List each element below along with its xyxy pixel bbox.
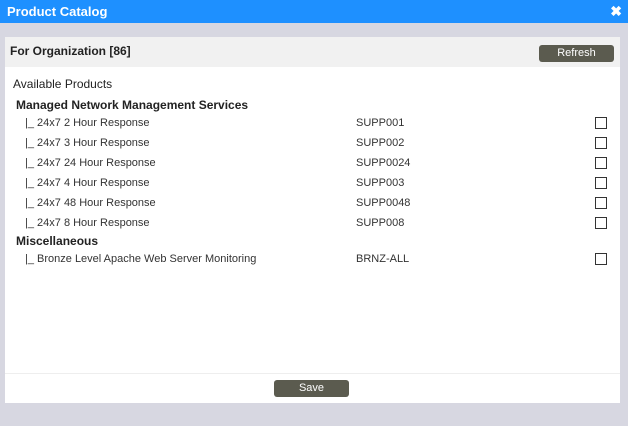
product-code: SUPP002	[356, 137, 405, 149]
product-row: |_ 24x7 24 Hour Response SUPP0024	[5, 154, 620, 174]
product-name: |_ 24x7 4 Hour Response	[25, 177, 150, 189]
product-name: |_ 24x7 3 Hour Response	[25, 137, 150, 149]
product-checkbox[interactable]	[595, 137, 607, 149]
title-bar: Product Catalog ✖	[0, 0, 628, 23]
footer-divider	[5, 373, 620, 374]
window-title: Product Catalog	[7, 4, 108, 19]
product-row: |_ 24x7 4 Hour Response SUPP003	[5, 174, 620, 194]
product-code: BRNZ-ALL	[356, 253, 410, 265]
product-code: SUPP008	[356, 217, 405, 229]
org-header: For Organization [86] Refresh	[5, 37, 620, 67]
product-row: |_ 24x7 3 Hour Response SUPP002	[5, 134, 620, 154]
product-catalog-dialog: Product Catalog ✖ For Organization [86] …	[0, 0, 628, 426]
product-checkbox[interactable]	[595, 117, 607, 129]
org-title: For Organization [86]	[10, 44, 131, 58]
product-checkbox[interactable]	[595, 253, 607, 265]
product-row: |_ 24x7 2 Hour Response SUPP001	[5, 114, 620, 134]
product-checkbox[interactable]	[595, 157, 607, 169]
product-code: SUPP0048	[356, 197, 411, 209]
refresh-button[interactable]: Refresh	[539, 45, 614, 62]
product-checkbox[interactable]	[595, 217, 607, 229]
product-name: |_ 24x7 2 Hour Response	[25, 117, 150, 129]
product-name: |_ 24x7 48 Hour Response	[25, 197, 156, 209]
available-products-heading: Available Products	[13, 77, 113, 91]
product-row: |_ 24x7 48 Hour Response SUPP0048	[5, 194, 620, 214]
product-name: |_ Bronze Level Apache Web Server Monito…	[25, 253, 257, 265]
product-row: |_ Bronze Level Apache Web Server Monito…	[5, 250, 620, 270]
product-name: |_ 24x7 8 Hour Response	[25, 217, 150, 229]
product-row: |_ 24x7 8 Hour Response SUPP008	[5, 214, 620, 234]
product-checkbox[interactable]	[595, 197, 607, 209]
product-code: SUPP001	[356, 117, 405, 129]
product-code: SUPP0024	[356, 157, 411, 169]
close-icon[interactable]: ✖	[610, 0, 622, 23]
group-title-miscellaneous: Miscellaneous	[16, 234, 99, 248]
catalog-panel: For Organization [86] Refresh Available …	[5, 37, 620, 403]
group-title-managed-network: Managed Network Management Services	[16, 98, 249, 112]
product-checkbox[interactable]	[595, 177, 607, 189]
product-code: SUPP003	[356, 177, 405, 189]
save-button[interactable]: Save	[274, 380, 349, 397]
product-name: |_ 24x7 24 Hour Response	[25, 157, 156, 169]
